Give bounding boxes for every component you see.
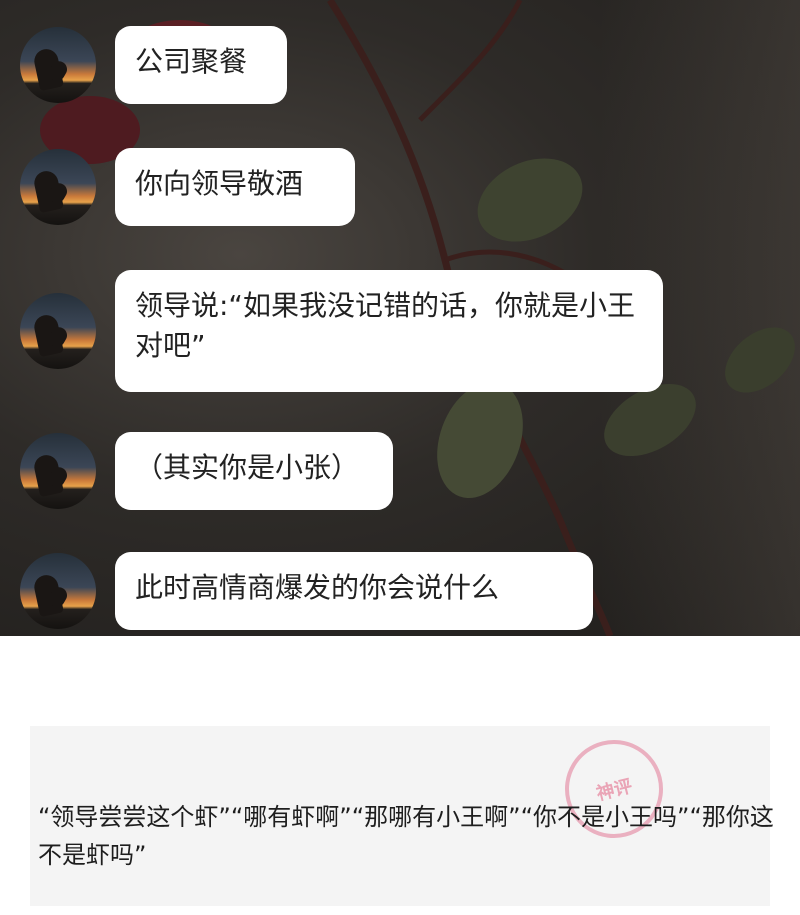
avatar[interactable]: [20, 149, 96, 225]
avatar[interactable]: [20, 433, 96, 509]
message-row-5: 此时高情商爆发的你会说什么: [20, 552, 593, 630]
message-row-2: 你向领导敬酒: [20, 148, 355, 226]
message-bubble: 你向领导敬酒: [115, 148, 355, 226]
message-bubble: 公司聚餐: [115, 26, 287, 104]
comment-section: 神评 “领导尝尝这个虾”“哪有虾啊”“那哪有小王啊”“你不是小王吗”“那你这不是…: [0, 636, 800, 915]
message-bubble: 领导说:“如果我没记错的话，你就是小王对吧”: [115, 270, 663, 392]
comment-text: “领导尝尝这个虾”“哪有虾啊”“那哪有小王啊”“你不是小王吗”“那你这不是虾吗”: [38, 803, 774, 869]
message-row-4: （其实你是小张）: [20, 432, 393, 510]
message-row-3: 领导说:“如果我没记错的话，你就是小王对吧”: [20, 270, 663, 392]
avatar[interactable]: [20, 553, 96, 629]
avatar[interactable]: [20, 293, 96, 369]
avatar[interactable]: [20, 27, 96, 103]
message-bubble: 此时高情商爆发的你会说什么: [115, 552, 593, 630]
message-bubble: （其实你是小张）: [115, 432, 393, 510]
message-row-1: 公司聚餐: [20, 26, 287, 104]
chat-panel: 公司聚餐 你向领导敬酒 领导说:“如果我没记错的话，你就是小王对吧” （其实你是…: [0, 0, 800, 636]
